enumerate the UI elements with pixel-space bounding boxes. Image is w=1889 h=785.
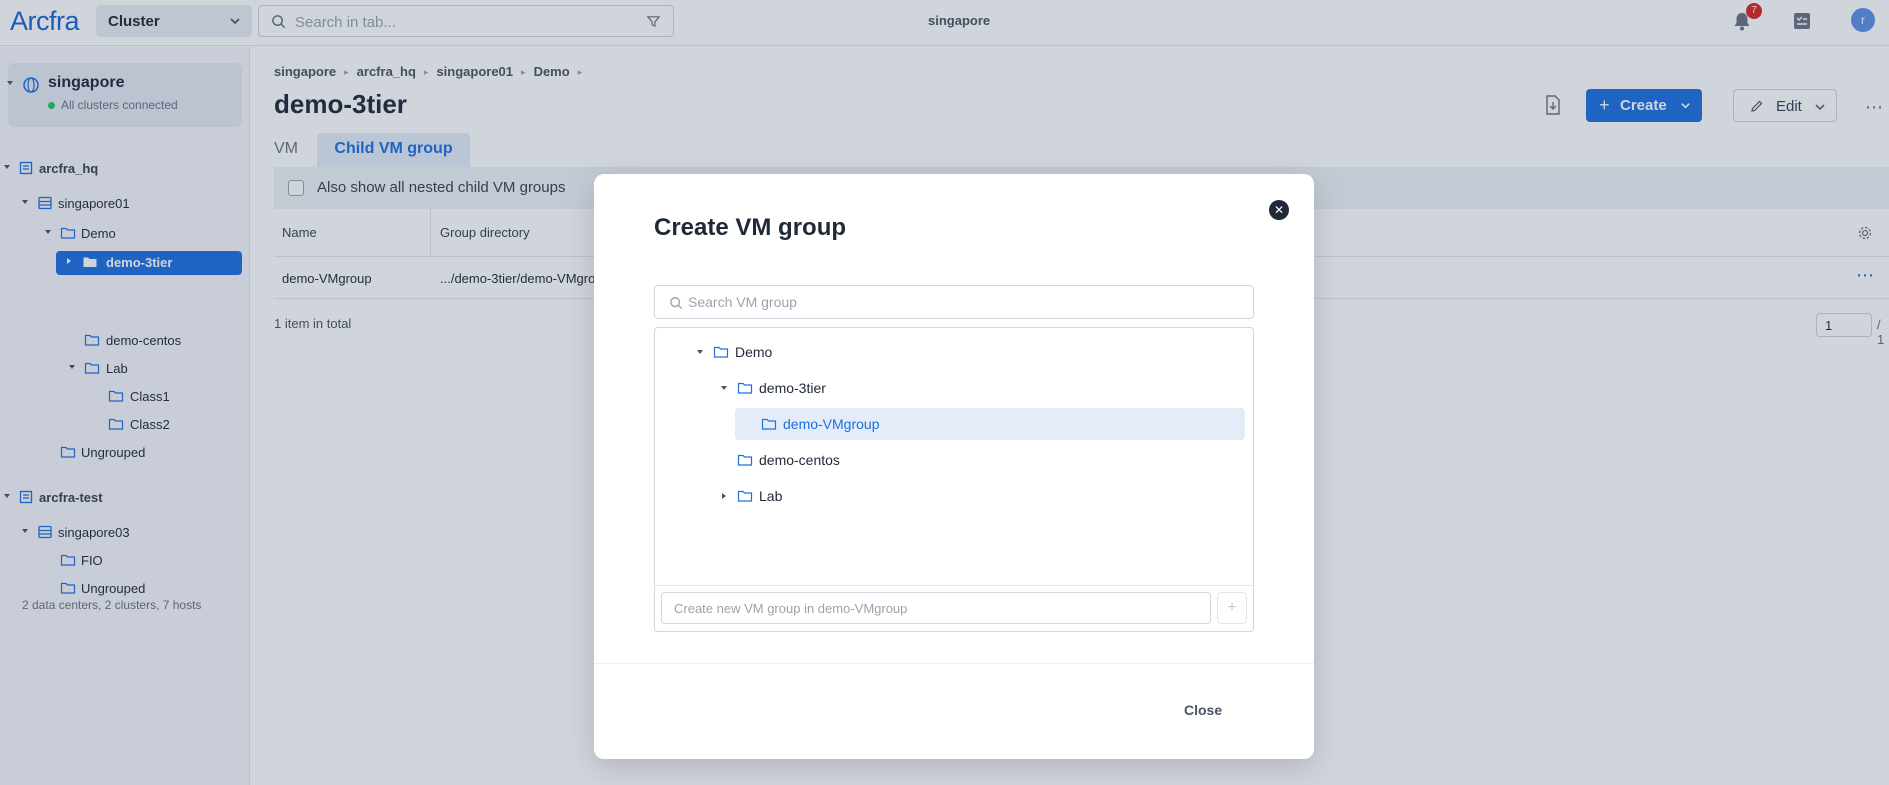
caret-down-icon[interactable] — [695, 347, 705, 357]
tree-item-label: demo-VMgroup — [783, 416, 880, 432]
close-icon[interactable]: ✕ — [1269, 200, 1289, 220]
create-vm-group-dialog: ✕ Create VM group Search VM group Demo d… — [594, 174, 1314, 759]
search-icon — [670, 297, 683, 310]
caret-down-icon[interactable] — [719, 383, 729, 393]
divider — [594, 663, 1314, 664]
new-vm-group-placeholder: Create new VM group in demo-VMgroup — [674, 601, 908, 616]
tree-item-label: demo-3tier — [759, 380, 826, 396]
divider — [655, 585, 1253, 586]
tree-item-label: demo-centos — [759, 452, 840, 468]
folder-icon — [737, 382, 753, 394]
add-vm-group-button[interactable]: + — [1217, 592, 1247, 624]
tree-item-demo-centos[interactable]: demo-centos — [719, 444, 919, 476]
close-button[interactable]: Close — [1184, 702, 1222, 718]
folder-icon — [737, 490, 753, 502]
vm-group-tree: Demo demo-3tier demo-VMgroup demo-centos… — [654, 327, 1254, 632]
tree-item-demo-3tier[interactable]: demo-3tier — [719, 372, 919, 404]
search-placeholder: Search VM group — [688, 294, 797, 310]
vm-group-search-input[interactable]: Search VM group — [654, 285, 1254, 319]
folder-icon — [737, 454, 753, 466]
dialog-title: Create VM group — [654, 214, 847, 241]
folder-icon — [761, 418, 777, 430]
tree-item-demo-vmgroup[interactable]: demo-VMgroup — [735, 408, 1245, 440]
tree-item-lab[interactable]: Lab — [719, 480, 919, 512]
tree-item-label: Lab — [759, 488, 783, 504]
new-vm-group-input[interactable]: Create new VM group in demo-VMgroup — [661, 592, 1211, 624]
tree-item-demo[interactable]: Demo — [695, 336, 895, 368]
caret-right-icon[interactable] — [719, 491, 729, 501]
folder-icon — [713, 346, 729, 358]
tree-item-label: Demo — [735, 344, 773, 360]
